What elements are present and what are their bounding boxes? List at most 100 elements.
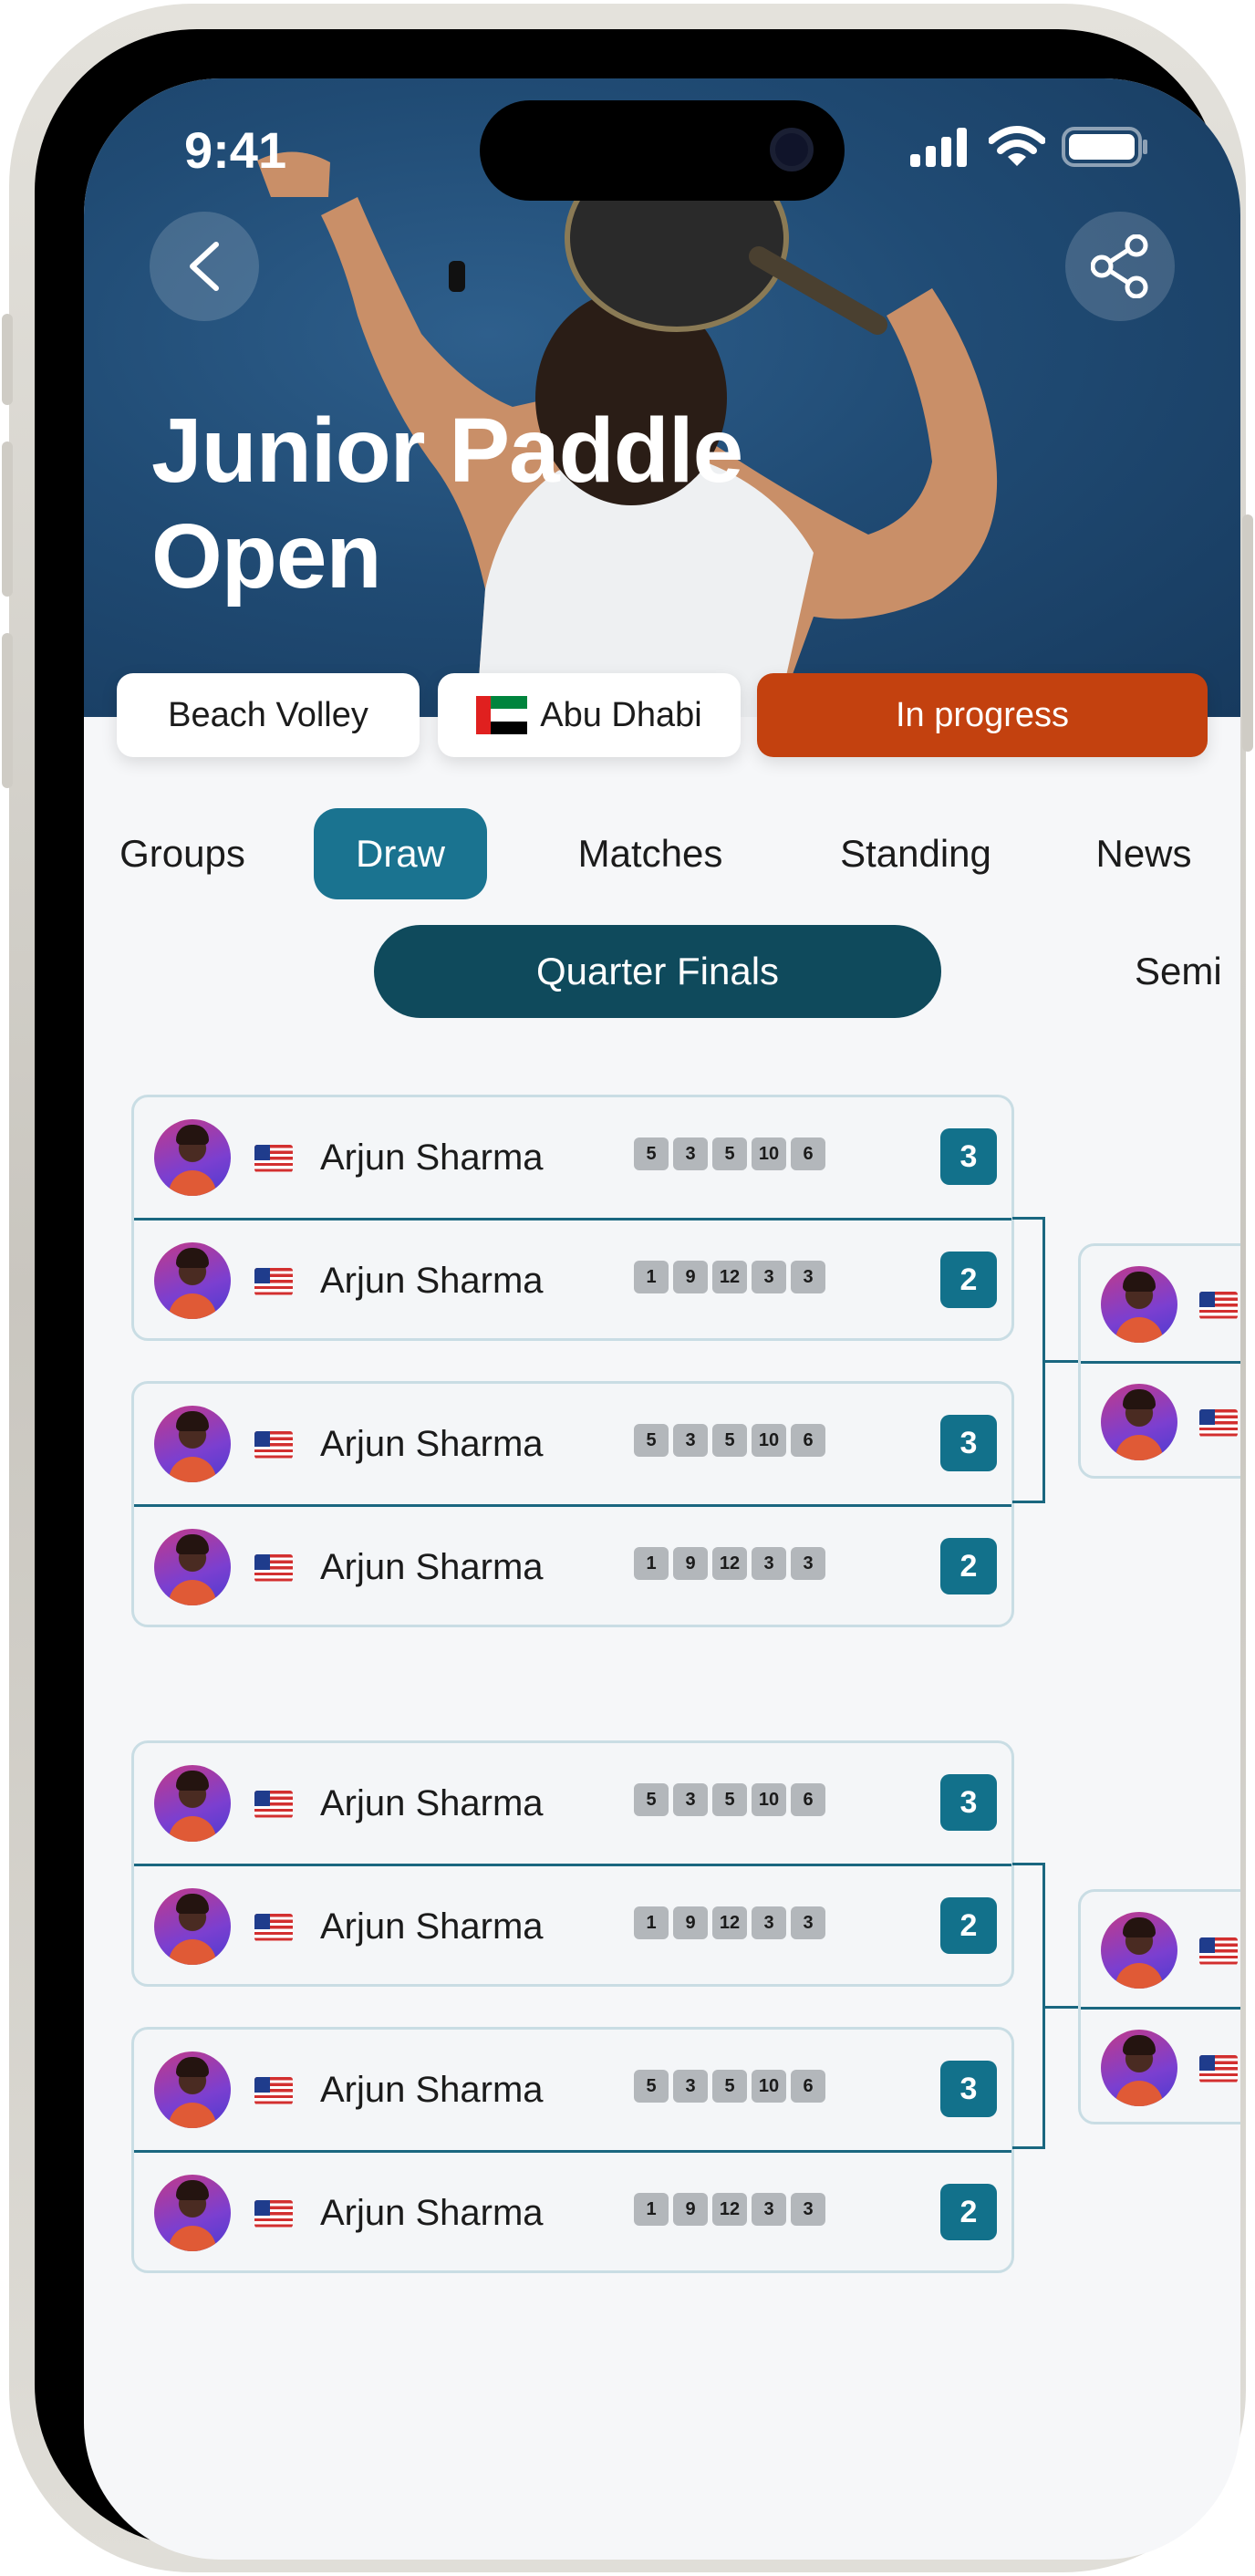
player-row[interactable]: Arjun Sharma 1 9 12 3 3 2 [134,1218,1011,1338]
player-row[interactable]: Arjun Sharma 1 9 12 3 3 2 [134,1864,1011,1984]
set-score: 3 [791,1547,825,1580]
avatar [154,1242,231,1319]
avatar [154,1765,231,1842]
set-score: 3 [791,1906,825,1939]
volume-up-button [2,441,13,597]
set-score: 10 [752,1783,786,1816]
match-card[interactable]: Arjun Sharma 5 3 5 10 6 3 Arjun Sharma 1 9 12 3 3 2 [131,1381,1014,1627]
round-semi[interactable]: Semi [1135,925,1222,1018]
semi-final-card[interactable] [1078,1889,1240,2124]
liberia-flag-icon [254,1431,293,1459]
liberia-flag-icon [254,1791,293,1818]
player-row[interactable]: Arjun Sharma 1 9 12 3 3 2 [134,2150,1011,2270]
liberia-flag-icon [1199,1292,1238,1319]
liberia-flag-icon [254,1268,293,1295]
back-button[interactable] [150,212,259,321]
hero-banner: 9:41 Junior Paddle Open [84,78,1240,717]
total-score: 3 [940,1128,997,1185]
set-scores: 5 3 5 10 6 [634,1137,825,1170]
set-score: 12 [712,1547,747,1580]
set-score: 12 [712,2193,747,2226]
set-score: 3 [791,1261,825,1293]
avatar [154,1888,231,1965]
screen: 9:41 Junior Paddle Open Beach Volley Abu… [84,78,1240,2560]
phone-frame: 9:41 Junior Paddle Open Beach Volley Abu… [2,4,1253,2572]
location-chip: Abu Dhabi [438,673,741,757]
signal-icon [910,128,967,167]
set-score: 1 [634,2193,669,2226]
player-row[interactable]: Arjun Sharma 5 3 5 10 6 3 [134,1384,1011,1504]
set-score: 9 [673,2193,708,2226]
set-score: 9 [673,1261,708,1293]
tab-bar: Groups Draw Matches Standing News [84,808,1240,899]
avatar [1101,2030,1177,2106]
avatar [154,1529,231,1605]
total-score: 2 [940,1897,997,1954]
set-score: 3 [673,1137,708,1170]
player-name: Arjun Sharma [320,1137,544,1178]
set-score: 5 [634,1783,669,1816]
set-score: 3 [752,1261,786,1293]
tab-standing[interactable]: Standing [788,808,1043,899]
dynamic-island [480,100,845,201]
match-card[interactable]: Arjun Sharma 5 3 5 10 6 3 Arjun Sharma 1 9 12 3 3 2 [131,1740,1014,1987]
set-scores: 5 3 5 10 6 [634,1783,825,1816]
battery-icon [1062,127,1147,167]
player-row[interactable]: Arjun Sharma 5 3 5 10 6 3 [134,1097,1011,1218]
avatar [154,2175,231,2251]
player-name: Arjun Sharma [320,1424,544,1464]
set-scores: 5 3 5 10 6 [634,2070,825,2103]
set-score: 3 [673,2070,708,2103]
set-score: 5 [712,1424,747,1457]
player-name: Arjun Sharma [320,1261,544,1301]
set-score: 5 [712,2070,747,2103]
location-label: Abu Dhabi [540,695,702,734]
player-row[interactable] [1081,1892,1240,2007]
liberia-flag-icon [254,2077,293,2104]
match-card[interactable]: Arjun Sharma 5 3 5 10 6 3 Arjun Sharma 1 9 12 3 3 2 [131,2027,1014,2273]
tab-news[interactable]: News [1054,808,1233,899]
total-score: 2 [940,2184,997,2240]
set-score: 10 [752,2070,786,2103]
set-score: 5 [634,1137,669,1170]
match-card[interactable]: Arjun Sharma 5 3 5 10 6 3 Arjun Sharma 1 9 12 3 3 2 [131,1095,1014,1341]
set-score: 6 [791,2070,825,2103]
round-quarter-finals[interactable]: Quarter Finals [374,925,941,1018]
avatar [1101,1384,1177,1460]
bracket-connector [1045,1360,1082,1363]
player-row[interactable]: Arjun Sharma 1 9 12 3 3 2 [134,1504,1011,1625]
set-score: 5 [712,1783,747,1816]
set-score: 5 [634,2070,669,2103]
set-score: 3 [673,1783,708,1816]
player-name: Arjun Sharma [320,1547,544,1587]
share-button[interactable] [1065,212,1175,321]
tab-draw[interactable]: Draw [314,808,487,899]
chevron-left-icon [190,242,219,291]
player-row[interactable] [1081,1361,1240,1476]
player-row[interactable] [1081,2007,1240,2122]
set-score: 1 [634,1261,669,1293]
set-score: 3 [752,1547,786,1580]
semi-final-card[interactable] [1078,1243,1240,1479]
avatar [154,1406,231,1482]
liberia-flag-icon [254,1554,293,1582]
set-score: 3 [752,2193,786,2226]
tab-groups[interactable]: Groups [102,808,263,899]
set-score: 10 [752,1424,786,1457]
share-icon [1091,234,1148,298]
player-row[interactable] [1081,1246,1240,1361]
player-row[interactable]: Arjun Sharma 5 3 5 10 6 3 [134,2030,1011,2150]
set-score: 5 [634,1424,669,1457]
status-time: 9:41 [184,121,287,179]
tab-matches[interactable]: Matches [527,808,773,899]
status-icons [908,126,1149,168]
set-score: 6 [791,1137,825,1170]
set-score: 3 [791,2193,825,2226]
set-scores: 1 9 12 3 3 [634,1906,825,1939]
player-name: Arjun Sharma [320,1783,544,1823]
set-score: 12 [712,1261,747,1293]
status-label: In progress [895,695,1070,734]
player-row[interactable]: Arjun Sharma 5 3 5 10 6 3 [134,1743,1011,1864]
set-scores: 1 9 12 3 3 [634,1261,825,1293]
set-scores: 1 9 12 3 3 [634,1547,825,1580]
